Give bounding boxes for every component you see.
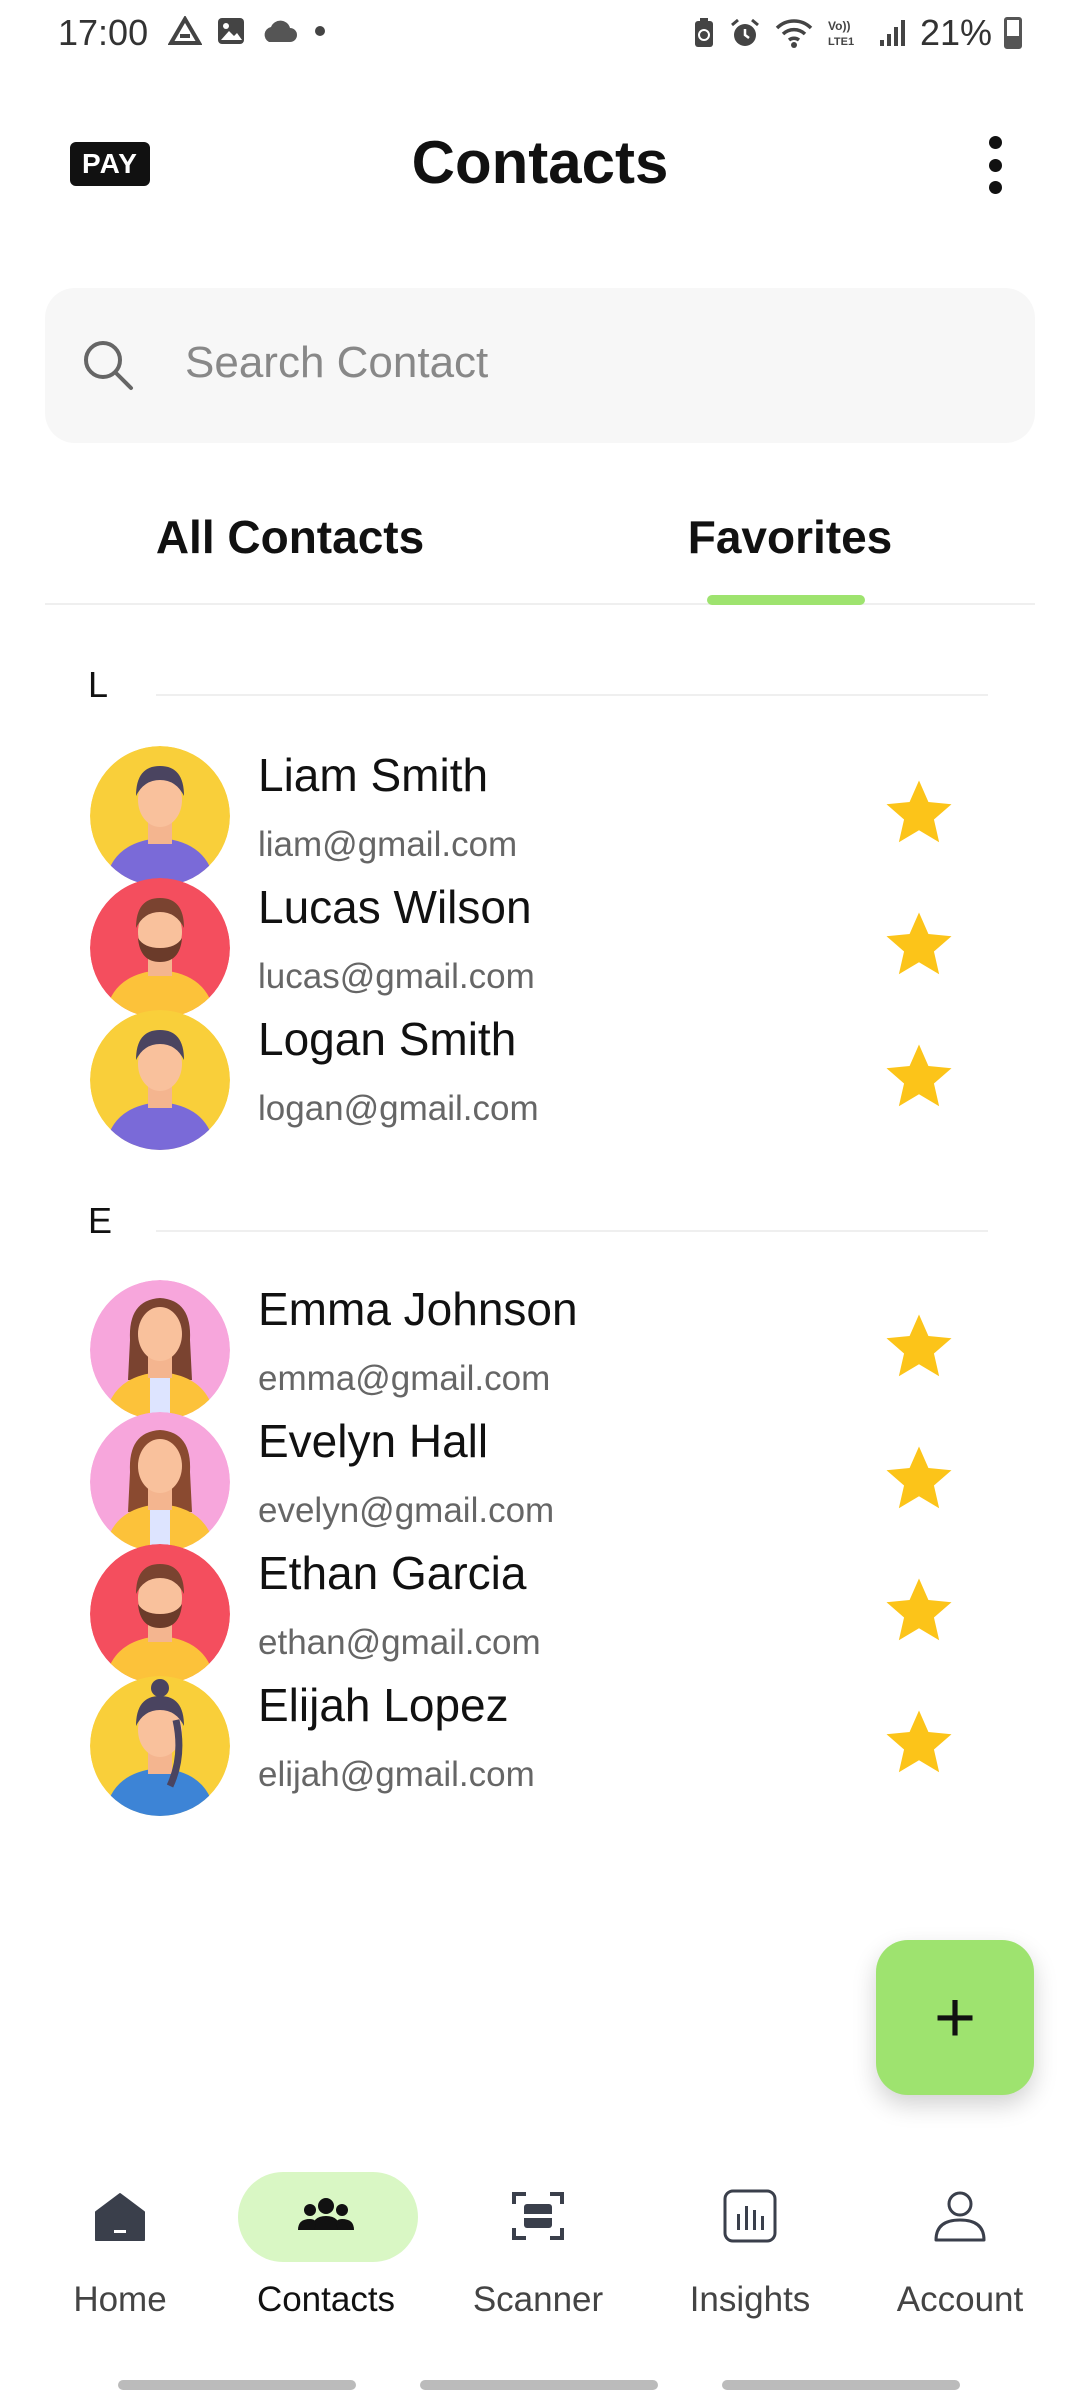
nav-label: Home (73, 2280, 167, 2319)
battery-icon (1004, 17, 1022, 49)
favorite-star-icon[interactable] (880, 1572, 958, 1650)
section-letter: L (88, 664, 109, 705)
avatar (90, 1676, 230, 1816)
favorite-star-icon[interactable] (880, 774, 958, 852)
alarm-icon (730, 18, 759, 46)
section-header-l: L (88, 660, 988, 720)
drive-icon (168, 16, 202, 45)
favorite-star-icon[interactable] (880, 1308, 958, 1386)
contact-name: Evelyn Hall (258, 1415, 489, 1467)
nav-item-scanner[interactable]: Scanner (430, 2140, 646, 2340)
section-divider (156, 1230, 988, 1232)
contact-name: Liam Smith (258, 749, 489, 801)
insights-icon (723, 2189, 777, 2243)
contact-email: ethan@gmail.com (258, 1623, 541, 1662)
battery-percent: 21% (919, 12, 992, 53)
avatar (90, 1010, 230, 1150)
search-bar[interactable] (45, 288, 1035, 443)
bottom-nav: Home Contacts Scanner Insights Account (0, 2140, 1080, 2340)
nav-item-account[interactable]: Account (852, 2140, 1068, 2340)
image-icon (218, 18, 244, 44)
tab-favorites[interactable]: Favorites (545, 510, 1035, 564)
favorite-star-icon[interactable] (880, 1038, 958, 1116)
gesture-bar-left (118, 2380, 356, 2390)
contact-email: liam@gmail.com (258, 825, 518, 864)
app-header: PAY Contacts (0, 110, 1080, 220)
contacts-icon (298, 2198, 354, 2230)
status-left-icons (168, 16, 328, 46)
active-tab-indicator (707, 595, 865, 605)
account-icon (934, 2191, 986, 2242)
favorite-star-icon[interactable] (880, 1704, 958, 1782)
contact-email: lucas@gmail.com (258, 957, 535, 996)
contact-name: Lucas Wilson (258, 881, 532, 933)
battery-saver-icon (694, 18, 713, 47)
home-icon (95, 2193, 145, 2241)
search-input[interactable] (185, 323, 985, 403)
nav-label: Account (896, 2280, 1024, 2319)
status-time: 17:00 (58, 12, 149, 53)
nav-label: Scanner (472, 2280, 604, 2319)
contact-email: elijah@gmail.com (258, 1755, 535, 1794)
section-divider (156, 694, 988, 696)
kebab-menu-icon[interactable] (970, 130, 1020, 200)
page-title: Contacts (411, 129, 669, 196)
contact-email: emma@gmail.com (258, 1359, 551, 1398)
section-letter: E (88, 1200, 113, 1241)
tab-all-contacts[interactable]: All Contacts (45, 510, 535, 564)
contact-name: Emma Johnson (258, 1283, 578, 1335)
nav-item-insights[interactable]: Insights (642, 2140, 858, 2340)
section-header-e: E (88, 1196, 988, 1256)
gesture-bar-right (722, 2380, 960, 2390)
contact-name: Elijah Lopez (258, 1679, 509, 1731)
svg-text:Vo)): Vo)) (828, 19, 850, 33)
contact-email: evelyn@gmail.com (258, 1491, 555, 1530)
add-contact-button[interactable]: + (876, 1940, 1034, 2095)
nav-label: Insights (689, 2280, 811, 2319)
gesture-bar-center (420, 2380, 658, 2390)
favorite-star-icon[interactable] (880, 906, 958, 984)
favorite-star-icon[interactable] (880, 1440, 958, 1518)
wifi-icon (775, 19, 813, 48)
contact-name: Ethan Garcia (258, 1547, 527, 1599)
contacts-tabs: All Contacts Favorites (45, 490, 1035, 605)
status-bar: 17:00 Vo)) LTE1 21% (0, 0, 1080, 70)
nav-item-home[interactable]: Home (12, 2140, 228, 2340)
scanner-icon (512, 2192, 564, 2240)
contact-name: Logan Smith (258, 1013, 517, 1065)
contact-list[interactable]: L Liam Smith liam@gmail.com Lucas Wilson… (0, 660, 1080, 2135)
contact-row[interactable]: Elijah Lopez elijah@gmail.com (0, 1660, 1080, 1830)
contact-row[interactable]: Logan Smith logan@gmail.com (0, 994, 1080, 1164)
dot-icon (315, 26, 325, 36)
contact-email: logan@gmail.com (258, 1089, 539, 1128)
cloud-icon (264, 20, 297, 42)
nav-label: Contacts (256, 2280, 396, 2319)
volte-icon: Vo)) LTE1 (828, 19, 854, 48)
status-right-icons: Vo)) LTE1 21% (692, 12, 1022, 54)
signal-icon (879, 20, 905, 46)
search-icon (84, 341, 133, 390)
svg-text:LTE1: LTE1 (828, 36, 854, 48)
nav-item-contacts[interactable]: Contacts (218, 2140, 434, 2340)
